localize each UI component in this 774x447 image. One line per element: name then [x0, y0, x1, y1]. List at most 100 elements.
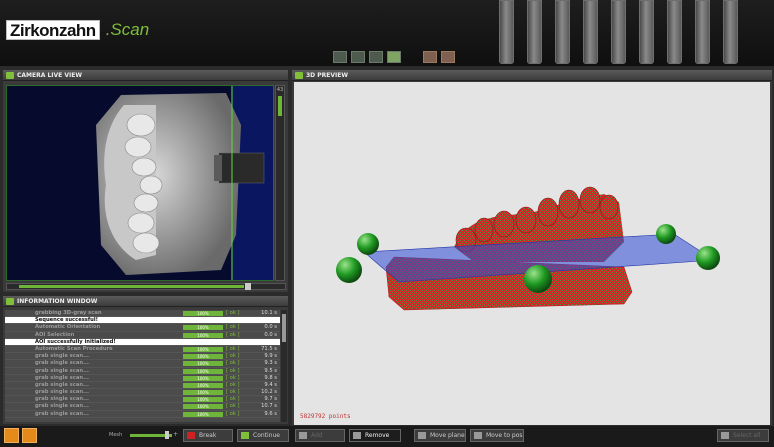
log-step-name: grab single scan...	[35, 410, 89, 417]
log-step-name: grab single scan...	[35, 403, 89, 410]
info-panel-title: INFORMATION WINDOW	[3, 296, 288, 307]
select-all-button-label: Select all	[733, 432, 761, 439]
workflow-tube-buttons	[499, 0, 738, 64]
log-status-ok: [ ok ]	[226, 324, 240, 331]
camera-horizontal-slider-knob[interactable]	[245, 283, 251, 290]
view-mode-2-icon[interactable]	[351, 51, 365, 63]
info-log-row: grab single scan... 100%[ ok ] 9.3 s	[5, 360, 280, 368]
info-log-row: grab single scan... 100%[ ok ] 9.5 s	[5, 367, 280, 375]
workflow-tube-4[interactable]	[583, 0, 598, 64]
log-duration: 10.2 s	[261, 389, 277, 396]
workflow-tube-2[interactable]	[527, 0, 542, 64]
info-log-row: grab single scan... 100%[ ok ] 9.6 s	[5, 410, 280, 418]
preview-panel-title-text: 3D PREVIEW	[306, 72, 348, 79]
log-progress-bar: 100%	[183, 382, 223, 388]
info-log-row: grab single scan... 100%[ ok ] 9.8 s	[5, 374, 280, 382]
log-status-ok: [ ok ]	[226, 389, 240, 396]
move-plane-button-label: Move plane	[430, 432, 465, 439]
continue-button[interactable]: Continue	[237, 429, 289, 442]
dental-model-render	[336, 186, 720, 311]
view-mode-4-icon[interactable]	[387, 51, 401, 63]
log-step-name: Automatic Scan Procedure	[35, 345, 113, 352]
select-all-button[interactable]: Select all	[717, 429, 769, 442]
log-progress-bar: 100%	[183, 411, 223, 417]
info-panel-title-text: INFORMATION WINDOW	[17, 298, 98, 305]
break-button[interactable]: Break	[183, 429, 233, 442]
log-progress-bar: 100%	[183, 354, 223, 360]
info-message-row: AOI successfully initialized!	[5, 338, 280, 346]
camera-live-image	[6, 85, 274, 281]
information-window-panel: INFORMATION WINDOW grabbing 3D-gray scan…	[3, 296, 288, 424]
log-duration: 9.4 s	[264, 381, 277, 388]
move-plane-button[interactable]: Move plane	[414, 429, 466, 442]
log-status-ok: [ ok ]	[226, 410, 240, 417]
workflow-tube-1[interactable]	[499, 0, 514, 64]
continue-check-icon	[241, 432, 249, 439]
info-log-row: grabbing 3D-gray scan 100%[ ok ] 10.1 s	[5, 310, 280, 318]
tool-orange-1-icon[interactable]	[423, 51, 437, 63]
camera-horizontal-slider[interactable]	[6, 283, 286, 290]
log-progress-bar: 100%	[183, 361, 223, 367]
logo-wordmark: Zirkonzahn	[6, 20, 100, 40]
camera-vertical-slider[interactable]: 43	[275, 85, 285, 281]
log-progress-bar: 100%	[183, 368, 223, 374]
log-duration: 9.9 s	[264, 353, 277, 360]
log-progress-bar: 100%	[183, 346, 223, 352]
workflow-tube-6[interactable]	[639, 0, 654, 64]
continue-button-label: Continue	[253, 432, 280, 439]
camera-image-svg	[6, 85, 274, 281]
workflow-tube-5[interactable]	[611, 0, 626, 64]
header-bar: Zirkonzahn .Scan	[0, 0, 774, 66]
info-log-row: Automatic Scan Procedure 100%[ ok ] 71.5 s	[5, 345, 280, 354]
points-count: 5829792 points	[300, 413, 351, 420]
orange-tool-2-icon[interactable]	[22, 428, 37, 443]
view-mode-1-icon[interactable]	[333, 51, 347, 63]
move-to-pos-button[interactable]: Move to pos	[470, 429, 524, 442]
log-duration: 9.7 s	[264, 396, 277, 403]
log-status-ok: [ ok ]	[226, 310, 240, 316]
workflow-tube-7[interactable]	[667, 0, 682, 64]
logo-zahn: zahn	[58, 21, 96, 40]
view-toolbar	[333, 51, 455, 63]
log-status-ok: [ ok ]	[226, 403, 240, 410]
log-step-name: grab single scan...	[35, 360, 89, 367]
log-progress-bar: 100%	[183, 390, 223, 396]
move-plane-icon	[418, 432, 426, 439]
mesh-label: Mesh	[109, 432, 123, 438]
log-status-ok: [ ok ]	[226, 331, 240, 338]
select-all-icon	[721, 432, 729, 439]
workflow-tube-3[interactable]	[555, 0, 570, 64]
log-step-name: Sequence successful!	[35, 317, 98, 324]
remove-button-label: Remove	[365, 432, 390, 439]
tool-orange-2-icon[interactable]	[441, 51, 455, 63]
log-step-name: grab single scan...	[35, 381, 89, 388]
preview-panel-title: 3D PREVIEW	[292, 70, 772, 81]
log-step-name: Automatic Orientation	[35, 324, 101, 331]
log-status-ok: [ ok ]	[226, 367, 240, 374]
log-progress-bar: 100%	[183, 375, 223, 381]
log-status-ok: [ ok ]	[226, 381, 240, 388]
orange-tool-1-icon[interactable]	[4, 428, 19, 443]
info-scrollbar[interactable]	[281, 310, 287, 422]
view-mode-3-icon[interactable]	[369, 51, 383, 63]
camera-panel-title: CAMERA LIVE VIEW	[3, 70, 288, 81]
add-icon	[299, 432, 307, 439]
log-step-name: AOI Selection	[35, 331, 75, 338]
log-status-ok: [ ok ]	[226, 360, 240, 367]
workflow-tube-8[interactable]	[695, 0, 710, 64]
info-scrollbar-thumb[interactable]	[282, 314, 286, 342]
info-log-row: grab single scan... 100%[ ok ] 9.4 s	[5, 381, 280, 390]
mesh-slider-knob[interactable]	[165, 431, 169, 439]
log-progress-bar: 100%	[183, 397, 223, 403]
logo-scan: .Scan	[105, 20, 150, 39]
add-button[interactable]: Add	[295, 429, 345, 442]
log-step-name: AOI successfully initialized!	[35, 338, 116, 345]
remove-button[interactable]: Remove	[349, 429, 401, 442]
log-duration: 9.3 s	[264, 360, 277, 367]
info-log-list[interactable]: grabbing 3D-gray scan 100%[ ok ] 10.1 s Seq…	[5, 310, 280, 422]
workflow-tube-9[interactable]	[723, 0, 738, 64]
log-duration: 9.5 s	[264, 367, 277, 374]
3d-preview-viewport[interactable]: 5829792 points	[294, 82, 770, 425]
camera-slider-value: 43	[276, 87, 284, 93]
log-duration: 9.6 s	[264, 410, 277, 417]
